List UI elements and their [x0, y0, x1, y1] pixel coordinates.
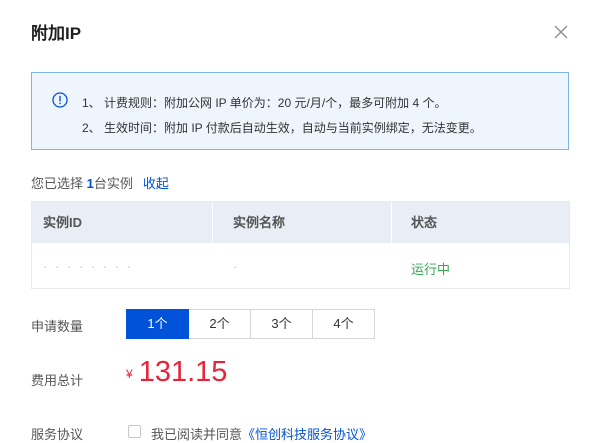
- notice-effective-time: 2、 生效时间：附加 IP 付款后自动生效，自动与当前实例绑定，无法变更。: [82, 121, 482, 135]
- quantity-option-4[interactable]: 4个: [312, 309, 375, 339]
- billing-notice: 1、 计费规则：附加公网 IP 单价为：20 元/月/个，最多可附加 4 个。 …: [31, 72, 569, 150]
- service-agreement-link[interactable]: 《恒创科技服务协议》: [242, 427, 372, 442]
- close-icon: [554, 25, 568, 39]
- selected-prefix: 您已选择: [31, 176, 87, 191]
- agreement-text: 我已阅读并同意《恒创科技服务协议》: [151, 424, 372, 443]
- cost-total: ¥131.15: [126, 356, 227, 389]
- selected-count: 1: [86, 176, 94, 191]
- agreement-checkbox[interactable]: [128, 425, 141, 438]
- instance-id-cell: · · · · · · · ·: [43, 259, 133, 274]
- quantity-option-2[interactable]: 2个: [188, 309, 251, 339]
- table-header: 实例ID 实例名称 状态: [32, 202, 569, 243]
- selected-suffix: 台实例: [93, 176, 133, 191]
- collapse-link[interactable]: 收起: [143, 176, 169, 191]
- quantity-selector: 1个 2个 3个 4个: [126, 309, 375, 339]
- cost-label: 费用总计: [31, 373, 84, 388]
- selected-instances-summary: 您已选择 1台实例 收起: [31, 173, 169, 192]
- instance-table: 实例ID 实例名称 状态 · · · · · · · · · 运行中: [31, 201, 570, 289]
- status-cell: 运行中: [411, 262, 451, 277]
- agreement-label: 服务协议: [31, 427, 84, 442]
- instance-name-cell: ·: [233, 259, 240, 274]
- currency-symbol: ¥: [126, 367, 133, 381]
- quantity-option-1[interactable]: 1个: [126, 309, 189, 339]
- column-divider: [391, 202, 392, 243]
- notice-billing-rule: 1、 计费规则：附加公网 IP 单价为：20 元/月/个，最多可附加 4 个。: [82, 96, 447, 110]
- agreement-statement: 我已阅读并同意: [151, 427, 243, 442]
- cost-amount: 131.15: [138, 356, 228, 388]
- quantity-label: 申请数量: [31, 319, 84, 334]
- close-button[interactable]: [553, 24, 569, 40]
- column-status: 状态: [411, 215, 438, 230]
- column-divider: [212, 202, 213, 243]
- dialog-title: 附加IP: [31, 24, 82, 43]
- column-instance-name: 实例名称: [233, 215, 286, 230]
- info-icon: [52, 92, 68, 108]
- column-instance-id: 实例ID: [43, 215, 83, 230]
- quantity-option-3[interactable]: 3个: [250, 309, 313, 339]
